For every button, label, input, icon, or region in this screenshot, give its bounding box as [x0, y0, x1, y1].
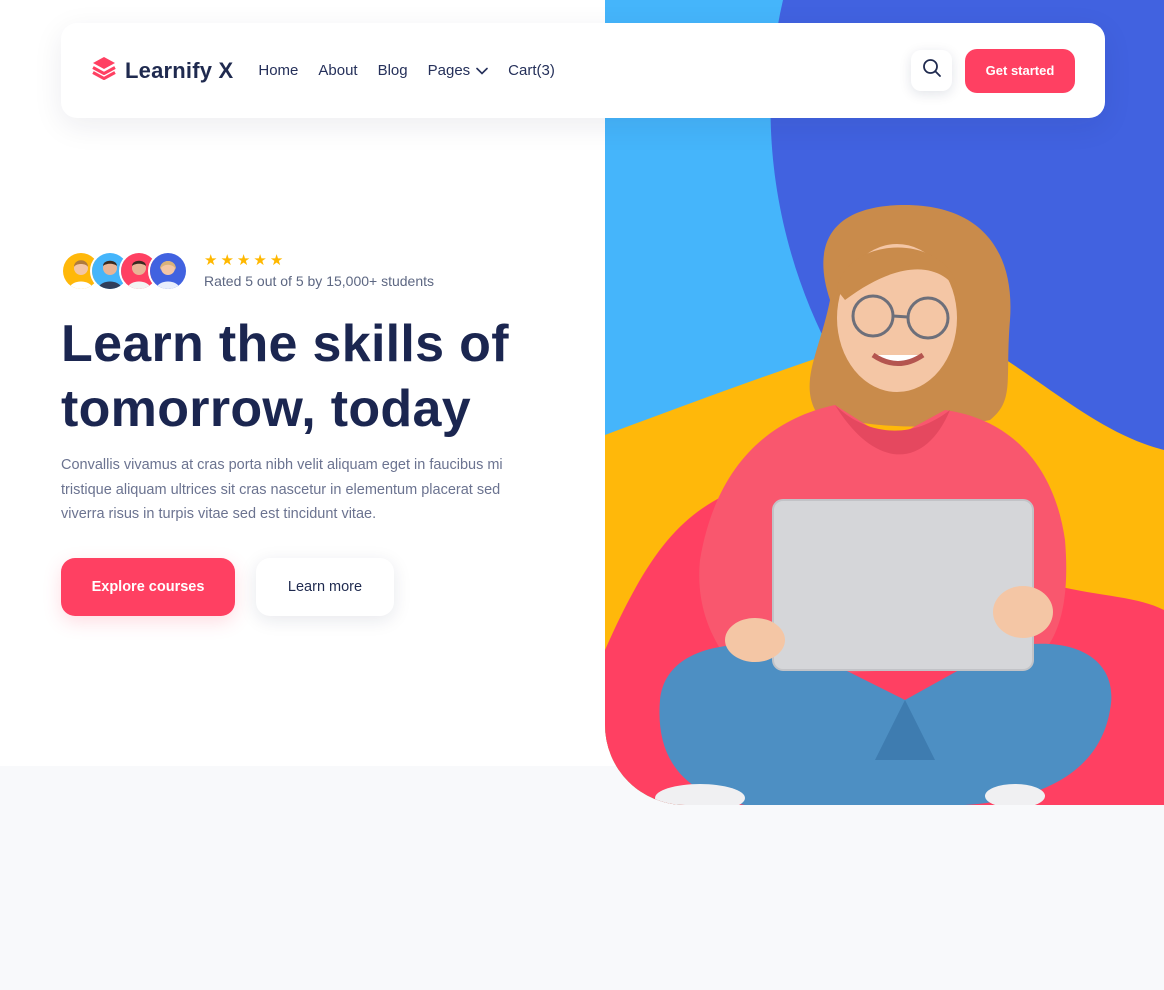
hero-headline-line-1: Learn the skills of [61, 315, 509, 373]
student-avatars [61, 251, 188, 291]
student-with-laptop-photo [655, 205, 1112, 805]
hero-illustration [605, 0, 1164, 805]
page: Learnify X Home About Blog Pages Cart(3)… [0, 0, 1164, 990]
star-icon: ★ [253, 252, 267, 269]
nav-link-home[interactable]: Home [258, 62, 298, 79]
nav-actions: Get started [911, 48, 1075, 93]
hero-headline: Learn the skills of tomorrow, today [61, 312, 581, 442]
hero-headline-line-2: tomorrow, today [61, 380, 471, 438]
student-rating: ★ ★ ★ ★ ★ Rated 5 out of 5 by 15,000+ st… [61, 251, 434, 291]
star-icon: ★ [236, 252, 251, 269]
learn-more-button[interactable]: Learn more [256, 558, 394, 616]
brand-logo[interactable]: Learnify X [91, 55, 233, 86]
nav-link-pages[interactable]: Pages [428, 62, 489, 79]
rating-info: ★ ★ ★ ★ ★ Rated 5 out of 5 by 15,000+ st… [204, 253, 435, 290]
explore-courses-button[interactable]: Explore courses [61, 558, 235, 616]
search-button[interactable] [911, 50, 952, 91]
stacked-layers-icon [91, 55, 117, 86]
avatar [148, 251, 188, 291]
nav-link-about[interactable]: About [318, 62, 357, 79]
get-started-button[interactable]: Get started [965, 48, 1075, 93]
nav-links: Home About Blog Pages Cart(3) [258, 62, 554, 79]
nav-link-pages-label: Pages [427, 62, 471, 79]
search-icon [922, 58, 942, 83]
star-icon: ★ [220, 252, 234, 269]
nav-link-cart[interactable]: Cart(3) [508, 62, 555, 79]
star-icon: ★ [204, 252, 218, 269]
hero-description: Convallis vivamus at cras porta nibh vel… [61, 457, 503, 522]
rating-text: Rated 5 out of 5 by 15,000+ students [204, 273, 435, 289]
navbar: Learnify X Home About Blog Pages Cart(3)… [61, 23, 1105, 118]
star-icon: ★ [269, 252, 284, 269]
brand-name: Learnify X [125, 57, 234, 83]
star-rating: ★ ★ ★ ★ ★ [204, 253, 434, 269]
chevron-down-icon [476, 62, 488, 79]
nav-link-blog[interactable]: Blog [378, 62, 408, 79]
